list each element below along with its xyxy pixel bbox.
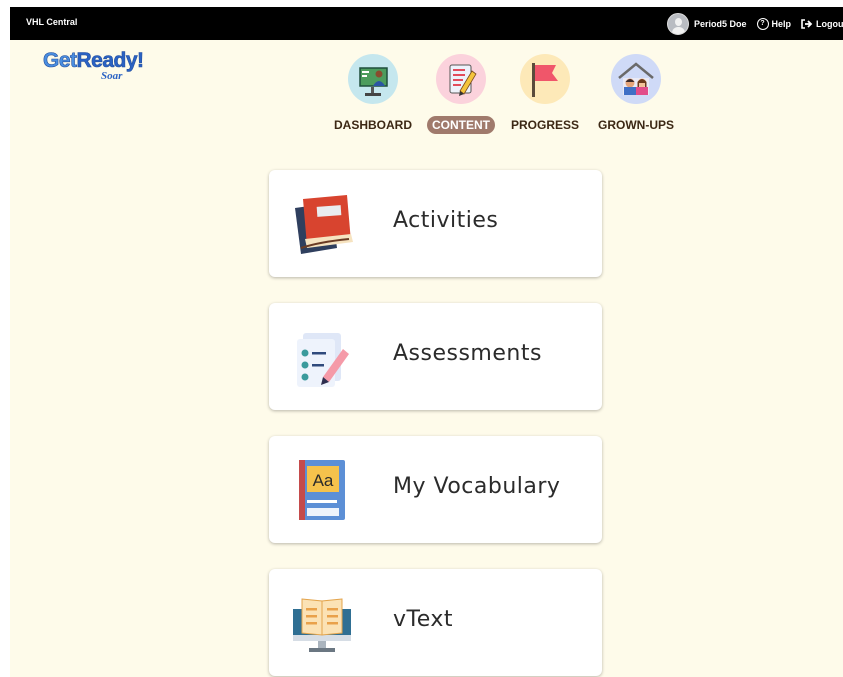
avatar[interactable] [667,12,689,35]
nav-label: DASHBOARD [334,118,412,132]
nav-dashboard[interactable]: DASHBOARD [332,54,414,134]
teacher-board-icon [348,54,398,104]
help-icon: ? [756,17,769,30]
logo-ready: Ready! [76,49,144,73]
help-link[interactable]: ? Help [756,17,792,30]
user-area: Period5 Doe ? Help Logout [667,12,843,35]
dictionary-book-icon: Aa [289,458,355,522]
logout-label: Logout [816,18,843,29]
ebook-monitor-icon [289,591,355,655]
logo-get: Get [43,49,78,73]
family-house-icon [611,54,661,104]
top-bar: VHL Central Period5 Doe ? Help Logout [10,7,843,40]
card-label: Activities [393,208,499,233]
help-label: Help [771,18,792,29]
nav-label: PROGRESS [510,118,579,132]
user-name[interactable]: Period5 Doe [694,19,747,29]
nav-grown-ups[interactable]: GROWN-UPS [591,54,681,134]
nav-label: GROWN-UPS [598,118,674,132]
logo-soar: Soar [101,70,123,82]
book-stack-icon [289,192,355,256]
card-label: vText [393,607,454,632]
card-vtext[interactable]: vText [269,569,602,676]
card-assessments[interactable]: Assessments [269,303,602,410]
logout-link[interactable]: Logout [801,19,843,29]
logout-icon [801,18,813,29]
card-activities[interactable]: Activities [269,170,602,277]
nav-content[interactable]: CONTENT [423,54,499,134]
getready-soar-logo[interactable]: GetReady! Soar [43,49,148,89]
notebook-pencil-icon [436,54,486,104]
page: VHL Central Period5 Doe ? Help Logout Ge… [10,7,843,677]
card-label: My Vocabulary [393,474,561,499]
card-my-vocabulary[interactable]: Aa My Vocabulary [269,436,602,543]
flag-icon [520,54,570,104]
nav-label: CONTENT [427,116,495,134]
vhl-central-link[interactable]: VHL Central [26,17,77,27]
checklist-pencil-icon [289,325,355,389]
card-label: Assessments [393,341,542,366]
svg-text:Aa: Aa [313,471,334,490]
nav-progress[interactable]: PROGRESS [507,54,583,134]
